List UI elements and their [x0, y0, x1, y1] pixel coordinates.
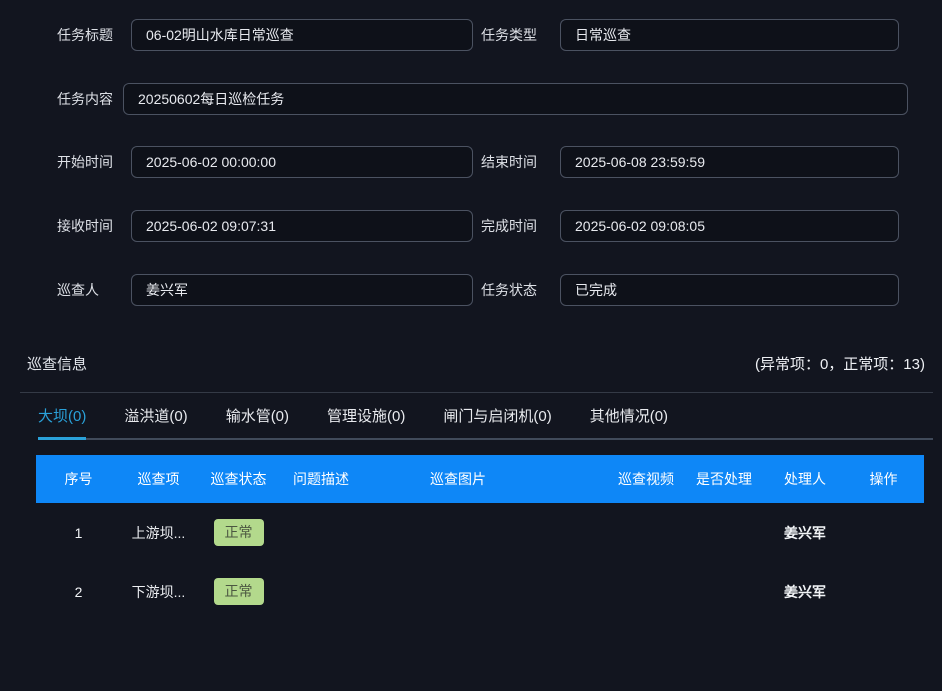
handler-name: 姜兴军 — [767, 523, 843, 543]
header-no: 序号 — [36, 469, 121, 489]
start-time-input[interactable] — [131, 146, 473, 178]
inspection-tabs: 大坝(0) 溢洪道(0) 输水管(0) 管理设施(0) 闸门与启闭机(0) 其他… — [38, 406, 933, 440]
header-problem-desc: 问题描述 — [281, 469, 361, 489]
status-badge: 正常 — [214, 519, 264, 546]
inspector-label: 巡查人 — [57, 274, 99, 306]
inspection-table: 序号 巡查项 巡查状态 问题描述 巡查图片 巡查视频 是否处理 处理人 操作 1… — [36, 455, 924, 621]
end-time-label: 结束时间 — [481, 146, 537, 178]
header-status: 巡查状态 — [196, 469, 281, 489]
header-photo: 巡查图片 — [361, 469, 611, 489]
tab-dam[interactable]: 大坝(0) — [38, 406, 86, 440]
status-badge: 正常 — [214, 578, 264, 605]
status-cell: 正常 — [196, 519, 281, 546]
finish-time-label: 完成时间 — [481, 210, 537, 242]
header-handled: 是否处理 — [681, 469, 767, 489]
header-video: 巡查视频 — [611, 469, 681, 489]
header-handler: 处理人 — [767, 469, 843, 489]
receive-time-label: 接收时间 — [57, 210, 113, 242]
task-content-label: 任务内容 — [57, 83, 113, 115]
inspector-input[interactable] — [131, 274, 473, 306]
task-status-input[interactable] — [560, 274, 899, 306]
table-header: 序号 巡查项 巡查状态 问题描述 巡查图片 巡查视频 是否处理 处理人 操作 — [36, 455, 924, 503]
inspection-item: 下游坝... — [121, 582, 196, 602]
tab-water-pipe[interactable]: 输水管(0) — [226, 406, 289, 438]
task-type-label: 任务类型 — [481, 19, 537, 51]
handler-name: 姜兴军 — [767, 582, 843, 602]
inspection-summary-count: (异常项：0，正常项：13) — [755, 353, 925, 374]
task-type-input[interactable] — [560, 19, 899, 51]
end-time-input[interactable] — [560, 146, 899, 178]
section-divider — [20, 392, 933, 393]
status-cell: 正常 — [196, 578, 281, 605]
header-actions: 操作 — [843, 469, 924, 489]
task-status-label: 任务状态 — [481, 274, 537, 306]
task-content-input[interactable] — [123, 83, 908, 115]
inspection-item: 上游坝... — [121, 523, 196, 543]
inspection-info-title: 巡查信息 — [27, 353, 87, 374]
header-item: 巡查项 — [121, 469, 196, 489]
row-number: 2 — [36, 584, 121, 600]
tab-gate-hoist[interactable]: 闸门与启闭机(0) — [443, 406, 551, 438]
tab-spillway[interactable]: 溢洪道(0) — [124, 406, 187, 438]
table-row: 1 上游坝... 正常 姜兴军 — [36, 503, 924, 562]
start-time-label: 开始时间 — [57, 146, 113, 178]
task-title-input[interactable] — [131, 19, 473, 51]
tab-other[interactable]: 其他情况(0) — [590, 406, 668, 438]
table-row: 2 下游坝... 正常 姜兴军 — [36, 562, 924, 621]
tab-management-facility[interactable]: 管理设施(0) — [327, 406, 405, 438]
receive-time-input[interactable] — [131, 210, 473, 242]
row-number: 1 — [36, 525, 121, 541]
finish-time-input[interactable] — [560, 210, 899, 242]
task-title-label: 任务标题 — [57, 19, 113, 51]
task-detail-page: 任务标题 任务类型 任务内容 开始时间 结束时间 接收时间 完成时间 巡查人 任… — [0, 0, 942, 691]
